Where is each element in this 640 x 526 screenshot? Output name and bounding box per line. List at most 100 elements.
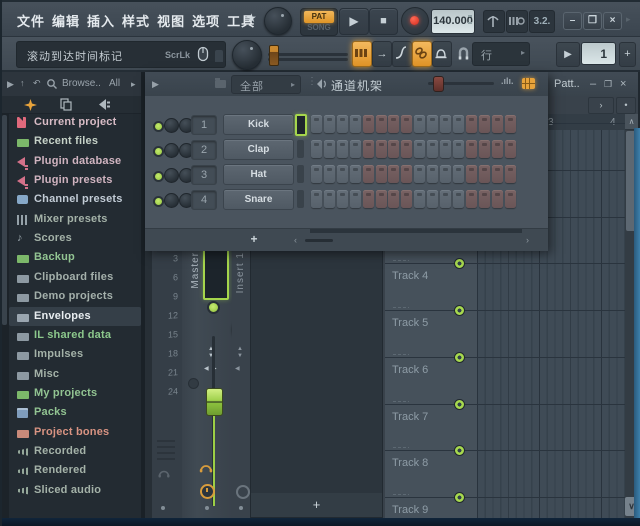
channel-pan-knob[interactable] [164,118,179,133]
channel-pan-knob[interactable] [164,193,179,208]
step-button[interactable] [337,115,348,133]
step-button[interactable] [492,140,503,158]
channel-name-button[interactable]: Clap [223,139,294,160]
step-button[interactable] [363,140,374,158]
step-button[interactable] [350,165,361,183]
browser-item-packs[interactable]: Packs [9,403,141,422]
browser-item-plugin-database[interactable]: Plugin database [9,152,141,171]
browser-item-impulses[interactable]: Impulses [9,345,141,364]
playlist-next-button[interactable]: › [588,97,614,114]
keyboard-editor-icon[interactable] [522,78,535,89]
step-button[interactable] [466,165,477,183]
step-edit-button[interactable] [352,41,372,67]
step-button[interactable] [324,140,335,158]
step-button[interactable] [492,115,503,133]
mute-led[interactable] [188,378,199,389]
tempo-spinner[interactable] [468,15,472,28]
step-button[interactable] [440,140,451,158]
channel-number-display[interactable]: 4 [191,190,217,210]
browser-item-sliced-audio[interactable]: Sliced audio [9,481,141,500]
master-volume-handle[interactable] [269,45,279,66]
browser-item-scores[interactable]: ♪Scores [9,229,141,248]
browser-item-demo-projects[interactable]: Demo projects [9,287,141,306]
mixer-left-scrollbar[interactable] [145,244,152,518]
scroll-right-icon[interactable]: › [526,235,529,245]
step-button[interactable] [311,165,322,183]
step-button[interactable] [479,115,490,133]
step-button[interactable] [505,190,516,208]
toolbar-overflow-icon[interactable]: ▸ [626,14,631,25]
step-button[interactable] [311,115,322,133]
browser-item-mixer-presets[interactable]: Mixer presets [9,210,141,229]
clock-icon[interactable] [200,484,215,499]
step-button[interactable] [505,115,516,133]
record-button[interactable] [401,7,429,35]
browser-item-recorded[interactable]: Recorded [9,442,141,461]
channel-led[interactable] [153,196,164,207]
step-button[interactable] [492,190,503,208]
rack-hscrollbar-thumb[interactable] [310,229,522,233]
typing-to-piano-button[interactable] [432,41,452,67]
browser-refresh-icon[interactable]: ↶ [33,78,41,89]
blend-notes-button[interactable] [392,41,412,67]
mixer-grip[interactable] [157,440,175,460]
step-button[interactable] [440,190,451,208]
channel-pan-knob[interactable] [164,168,179,183]
menu-item-3[interactable]: 样式 [122,14,150,29]
browser-item-clipboard-files[interactable]: Clipboard files [9,268,141,287]
add-effect-button[interactable]: + [251,493,382,517]
step-button[interactable] [401,165,412,183]
channel-number-display[interactable]: 1 [191,115,217,135]
step-button[interactable] [440,165,451,183]
menu-item-1[interactable]: 编辑 [52,14,80,29]
browser-item-current-project[interactable]: Current project [9,113,141,132]
pat-mode-button[interactable]: PAT [304,11,334,23]
browser-item-envelopes[interactable]: Envelopes [9,307,141,326]
step-button[interactable] [427,190,438,208]
step-button[interactable] [311,140,322,158]
step-button[interactable] [388,165,399,183]
insert-strip[interactable]: Insert 1 ▲ ▼ ◀ [232,244,250,518]
wait-for-input-button[interactable] [506,10,528,33]
channel-number-display[interactable]: 2 [191,140,217,160]
step-button[interactable] [427,140,438,158]
clipboard-files-icon[interactable] [60,98,72,111]
step-button[interactable] [479,140,490,158]
song-mode-button[interactable]: SONG [301,23,337,33]
channel-led[interactable] [153,146,164,157]
browser-item-rendered[interactable]: Rendered [9,461,141,480]
browser-menu-icon[interactable]: ▶ [7,79,14,90]
channel-name-button[interactable]: Snare [223,189,294,210]
channel-pan-knob[interactable] [164,143,179,158]
step-button[interactable] [388,190,399,208]
master-strip[interactable]: Master ▲ ▼ ◀ ▶ [182,244,232,518]
stereo-sep-up-icon[interactable]: ▲ [237,346,243,352]
playlist-marker-button[interactable]: • [616,97,636,114]
step-button[interactable] [376,190,387,208]
step-button[interactable] [466,190,477,208]
step-button[interactable] [363,115,374,133]
channel-led[interactable] [153,171,164,182]
browser-item-channel-presets[interactable]: Channel presets [9,190,141,209]
step-button[interactable] [324,115,335,133]
step-button[interactable] [427,165,438,183]
channel-led[interactable] [153,121,164,132]
step-button[interactable] [337,190,348,208]
graph-editor-icon[interactable]: .ılı. [501,76,514,86]
pat-song-toggle[interactable]: PAT SONG [300,8,338,36]
step-button[interactable] [453,190,464,208]
browser-up-icon[interactable]: ↑ [20,78,25,88]
step-button[interactable] [505,140,516,158]
browser-item-project-bones[interactable]: Project bones [9,423,141,442]
step-button[interactable] [414,190,425,208]
master-led[interactable] [207,301,220,314]
stereo-sep-down-icon[interactable]: ▼ [237,353,243,359]
step-button[interactable] [414,115,425,133]
snap-magnet-icon[interactable] [457,46,470,60]
browser-item-my-projects[interactable]: My projects [9,384,141,403]
pan-left-icon[interactable]: ◀ [204,366,209,372]
step-button[interactable] [453,140,464,158]
step-button[interactable] [388,140,399,158]
browser-item-backup[interactable]: Backup [9,248,141,267]
step-button[interactable] [376,115,387,133]
